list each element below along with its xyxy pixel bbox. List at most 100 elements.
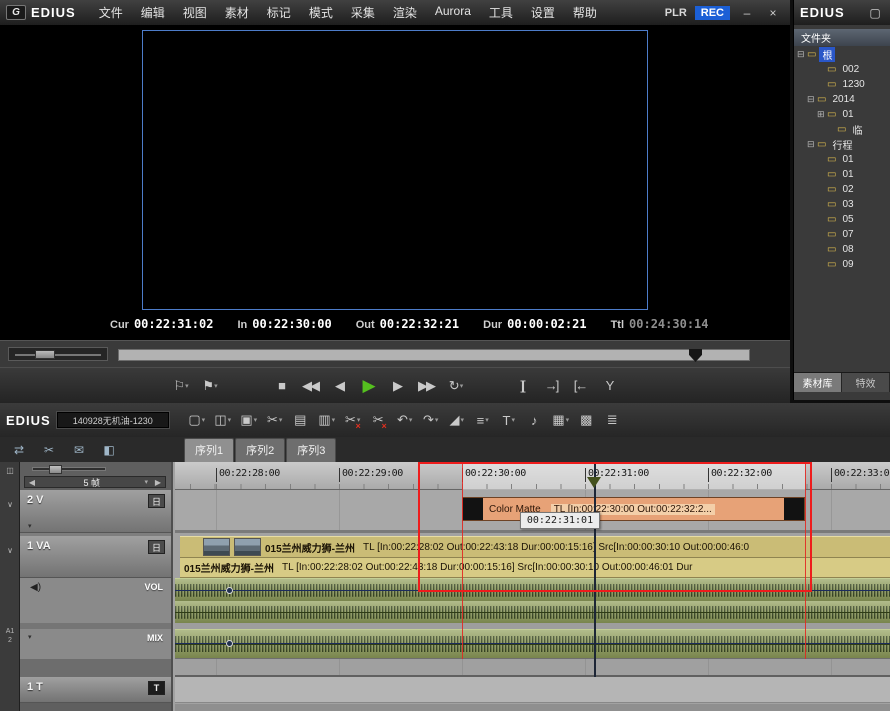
expander-icon[interactable]: ⊞ — [817, 109, 827, 120]
track-header-t[interactable]: 1 T T — [20, 677, 171, 703]
rec-indicator[interactable]: REC — [694, 5, 730, 20]
fast-forward-icon[interactable]: ▶▶ — [414, 374, 440, 398]
bin-tree-item[interactable]: ▭ 08 — [794, 242, 890, 257]
mix-waveform-lane[interactable] — [175, 629, 890, 659]
track-header-v[interactable]: 2 V 日 ▾ — [20, 490, 171, 533]
next-frame-icon[interactable]: ▶ — [385, 374, 411, 398]
loop-icon[interactable]: ↻ ▾ — [443, 374, 469, 398]
fade-icon[interactable]: ◢ ▾ — [445, 408, 469, 432]
menu-item[interactable]: 编辑 — [132, 0, 174, 25]
title-icon[interactable]: T ▾ — [497, 408, 521, 432]
bin-tree-item[interactable]: ▭ 09 — [794, 257, 890, 272]
prev-frame-icon[interactable]: ◀ — [327, 374, 353, 398]
undo-icon[interactable]: ↶ ▾ — [393, 408, 417, 432]
bin-tree-item[interactable]: ▭ 01 — [794, 152, 890, 167]
sequence-tab[interactable]: 序列2 — [235, 438, 286, 462]
extend-out-icon[interactable]: [← — [567, 374, 593, 398]
minimize-button[interactable]: – — [738, 6, 756, 20]
bin-tab[interactable]: 素材库 — [794, 373, 842, 392]
position-marker[interactable] — [689, 349, 702, 362]
menu-item[interactable]: 文件 — [90, 0, 132, 25]
close-button[interactable]: × — [764, 6, 782, 20]
bin-tree-item[interactable]: ▭ 临 — [794, 122, 890, 137]
bin-tree-item[interactable]: ▭ 1230 — [794, 77, 890, 92]
bin-tab[interactable]: 特效 — [842, 373, 890, 392]
export-icon[interactable]: ▦ ▾ — [549, 408, 573, 432]
open-project-icon[interactable]: ◫ ▾ — [211, 408, 235, 432]
transition-icon[interactable]: ≡ ▾ — [471, 408, 495, 432]
menu-item[interactable]: 帮助 — [564, 0, 606, 25]
copy-icon[interactable]: ▤ — [289, 408, 313, 432]
new-sequence-icon[interactable]: ▢ ▾ — [185, 408, 209, 432]
menu-item[interactable]: 工具 — [480, 0, 522, 25]
rubber-band-point[interactable] — [226, 587, 233, 594]
menu-item[interactable]: 采集 — [342, 0, 384, 25]
menu-item[interactable]: Aurora — [426, 0, 480, 25]
sequence-tab[interactable]: 序列3 — [286, 438, 337, 462]
zoom-slider-handle[interactable] — [49, 465, 62, 474]
expand-track-icon[interactable]: ▾ — [28, 522, 32, 530]
mask-button[interactable]: 日 — [148, 494, 165, 508]
paste-icon[interactable]: ▥ ▾ — [315, 408, 339, 432]
collapse-mix-icon[interactable]: ▾ — [28, 633, 32, 641]
title-track-lane[interactable] — [175, 677, 890, 703]
ripple-cut-icon[interactable]: ✂ × ▾ — [341, 408, 365, 432]
expander-icon[interactable]: ⊟ — [807, 139, 817, 150]
shuttle-handle[interactable] — [35, 350, 55, 359]
bin-tree-item[interactable]: ▭ 05 — [794, 212, 890, 227]
save-project-icon[interactable]: ▣ ▾ — [237, 408, 261, 432]
bin-tree-item[interactable]: ▭ 03 — [794, 197, 890, 212]
bin-tree-item[interactable]: ⊟ ▭ 行程 — [794, 137, 890, 152]
rewind-icon[interactable]: ◀◀ — [298, 374, 324, 398]
patch-source-icon[interactable]: ◫ — [0, 466, 20, 475]
extend-in-icon[interactable]: →] — [538, 374, 564, 398]
voiceover-icon[interactable]: ♪ — [523, 408, 547, 432]
set-in-icon[interactable]: ⚐ ▾ — [168, 374, 194, 398]
mask-button-va[interactable]: 日 — [148, 540, 165, 554]
zoom-preset-control[interactable]: ◀ 5 帧 ▾ ▶ — [24, 476, 166, 488]
shuttle-slider[interactable] — [8, 347, 108, 361]
bin-tree-item[interactable]: ▭ 002 — [794, 62, 890, 77]
mixer-icon[interactable]: ≣ — [601, 408, 625, 432]
title-track-button[interactable]: T — [148, 681, 165, 695]
mix-rubber-band[interactable] — [175, 640, 890, 647]
restore-icon[interactable]: ▢ — [866, 6, 884, 20]
menu-item[interactable]: 素材 — [216, 0, 258, 25]
stop-icon[interactable]: ■ — [269, 374, 295, 398]
bin-tree-item[interactable]: ▭ 02 — [794, 182, 890, 197]
bin-tree-item[interactable]: ▭ 01 — [794, 167, 890, 182]
bin-tree-item[interactable]: ⊟ ▭ 2014 — [794, 92, 890, 107]
speaker-icon[interactable]: ◀) — [30, 582, 41, 593]
audio-waveform-right[interactable] — [175, 601, 890, 623]
delete-icon[interactable]: ✂ × — [367, 408, 391, 432]
rubber-band-point[interactable] — [226, 640, 233, 647]
match-frame-icon[interactable]: Y — [596, 374, 622, 398]
zoom-dropdown-icon[interactable]: ▾ — [144, 478, 148, 486]
expander-icon[interactable]: ⊟ — [797, 49, 807, 60]
set-out-icon[interactable]: ⚑ ▾ — [197, 374, 223, 398]
zoom-slider[interactable] — [32, 465, 106, 474]
expander-icon[interactable]: ⊟ — [807, 94, 817, 105]
menu-item[interactable]: 标记 — [258, 0, 300, 25]
zoom-out-arrow-icon[interactable]: ◀ — [25, 478, 39, 487]
sync-mode-icon[interactable]: ⇄ — [8, 441, 30, 459]
menu-item[interactable]: 渲染 — [384, 0, 426, 25]
cut-icon[interactable]: ✂ ▾ — [263, 408, 287, 432]
mail-export-icon[interactable]: ✉ — [68, 441, 90, 459]
bin-tree-item[interactable]: ⊞ ▭ 01 — [794, 107, 890, 122]
menu-item[interactable]: 模式 — [300, 0, 342, 25]
patch-v-icon[interactable]: ∨ — [0, 500, 20, 509]
redo-icon[interactable]: ↷ ▾ — [419, 408, 443, 432]
zoom-in-arrow-icon[interactable]: ▶ — [151, 478, 165, 487]
ripple-mode-icon[interactable]: ✂ — [38, 441, 60, 459]
sequence-tab[interactable]: 序列1 — [184, 438, 235, 462]
menu-item[interactable]: 视图 — [174, 0, 216, 25]
menu-item[interactable]: 设置 — [522, 0, 564, 25]
play-icon[interactable]: ▶ — [356, 374, 382, 398]
set-in-here-icon[interactable]: ][ — [509, 374, 535, 398]
track-header-va[interactable]: 1 VA 日 — [20, 536, 171, 578]
bin-tree-item[interactable]: ▭ 07 — [794, 227, 890, 242]
capture-icon[interactable]: ▩ — [575, 408, 599, 432]
patch-va-icon[interactable]: ∨ — [0, 546, 20, 555]
bin-tree-item[interactable]: ⊟ ▭ 根 — [794, 47, 890, 62]
